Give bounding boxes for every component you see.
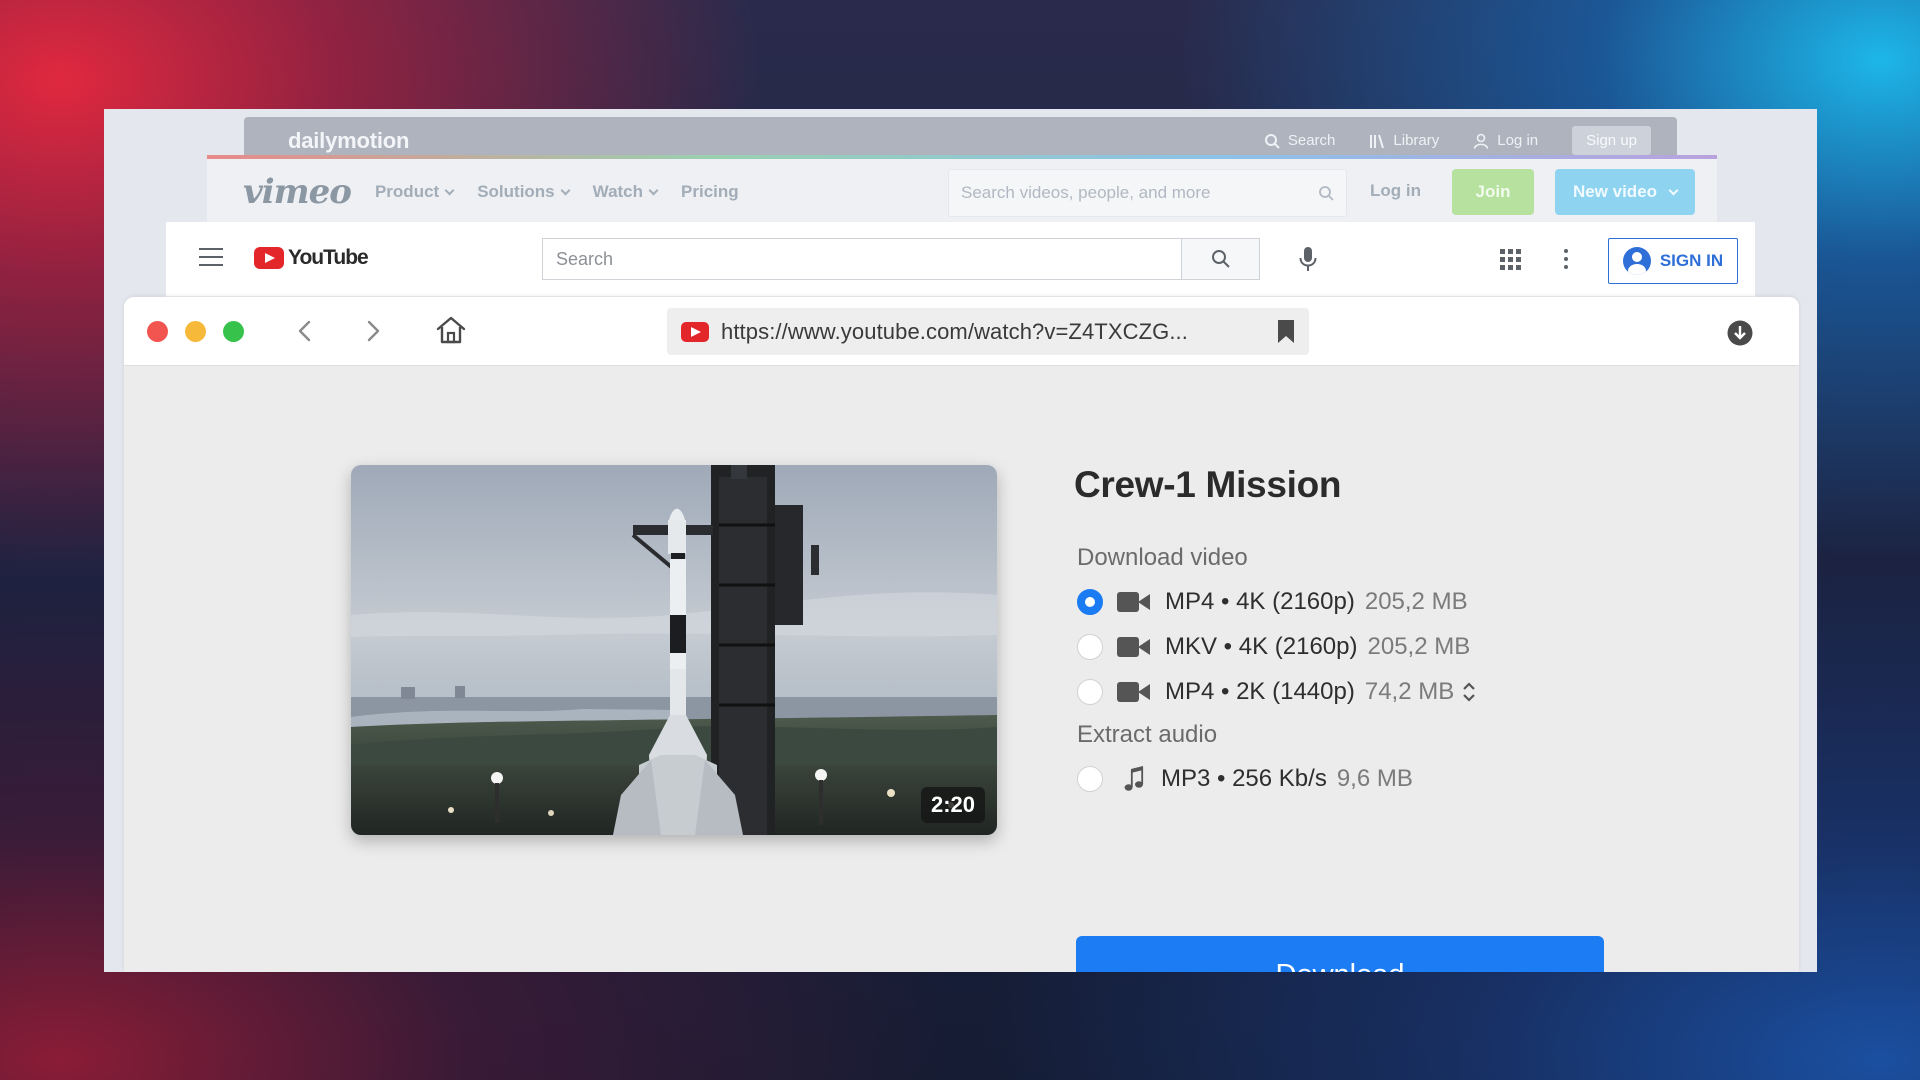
window-toolbar: https://www.youtube.com/watch?v=Z4TXCZG.… [124,297,1799,366]
dailymotion-logo[interactable]: dailymotion [288,128,409,154]
bookmark-icon[interactable] [1277,319,1295,344]
vimeo-nav-product[interactable]: Product [374,182,455,202]
library-icon [1370,134,1385,148]
vimeo-nav-solutions[interactable]: Solutions [477,182,571,202]
account-icon [1622,247,1651,275]
youtube-logo[interactable]: YouTube [254,246,369,270]
vimeo-join-button[interactable]: Join [1452,169,1534,215]
vimeo-new-video-button[interactable]: New video [1555,169,1695,215]
youtube-header: YouTube SIGN IN [166,222,1755,297]
vimeo-nav-pricing[interactable]: Pricing [681,182,739,202]
video-camera-icon [1117,636,1151,658]
vimeo-logo[interactable]: vimeo [243,172,352,212]
chevron-down-icon [1668,185,1679,195]
vimeo-search-box [948,169,1347,217]
video-camera-icon [1117,591,1151,613]
minimize-window-button[interactable] [185,321,206,342]
youtube-search-button[interactable] [1181,239,1259,279]
youtube-signin-button[interactable]: SIGN IN [1608,238,1738,284]
dailymotion-login-label: Log in [1497,132,1539,149]
youtube-signin-label: SIGN IN [1659,251,1724,270]
format-label: MP4 • 2K (1440p) [1165,678,1355,705]
screen-frame: dailymotion Search Library Log in Sign u… [104,109,1817,972]
more-vertical-icon[interactable] [1564,249,1568,269]
size-label: 74,2 MB [1364,678,1455,705]
format-label: MP3 • 256 Kb/s [1161,765,1327,792]
vimeo-nav-label: Pricing [681,182,739,201]
youtube-search-input[interactable] [543,239,1181,279]
chevron-down-icon [648,185,659,195]
rocket-launch-image [351,465,997,835]
radio-button[interactable] [1077,634,1103,660]
microphone-icon[interactable] [1299,246,1317,272]
format-option-mp3[interactable]: MP3 • 256 Kb/s 9,6 MB [1077,762,1413,796]
downloader-window: https://www.youtube.com/watch?v=Z4TXCZG.… [124,297,1799,972]
vimeo-nav-label: Watch [592,182,644,201]
radio-button[interactable] [1077,679,1103,705]
search-icon[interactable] [1318,185,1334,201]
radio-button-selected[interactable] [1077,589,1103,615]
vimeo-new-video-label: New video [1572,182,1658,201]
radio-button[interactable] [1077,766,1103,792]
back-arrow-icon[interactable] [294,318,318,344]
dailymotion-search-label: Search [1287,132,1336,149]
format-option-mp4-4k[interactable]: MP4 • 4K (2160p) 205,2 MB [1077,585,1468,619]
vimeo-nav-label: Product [374,182,440,201]
vimeo-nav-label: Solutions [477,182,555,201]
youtube-favicon-icon [681,321,709,342]
search-icon [1264,133,1280,149]
format-option-mp4-2k[interactable]: MP4 • 2K (1440p) 74,2 MB [1077,675,1476,709]
download-video-label: Download video [1077,544,1248,571]
dailymotion-library-label: Library [1393,132,1440,149]
video-thumbnail[interactable]: 2:20 [351,465,997,835]
chevron-down-icon [560,185,571,195]
format-label: MKV • 4K (2160p) [1165,633,1358,660]
format-option-mkv-4k[interactable]: MKV • 4K (2160p) 205,2 MB [1077,630,1470,664]
vimeo-login-link[interactable]: Log in [1370,181,1421,201]
close-window-button[interactable] [147,321,168,342]
youtube-search-box [542,238,1260,280]
download-circle-icon[interactable] [1727,320,1753,346]
video-duration-badge: 2:20 [920,787,985,823]
apps-grid-icon[interactable] [1500,249,1521,270]
dailymotion-search-link[interactable]: Search [1264,132,1336,149]
size-label: 205,2 MB [1367,633,1471,660]
format-label: MP4 • 4K (2160p) [1165,588,1355,615]
video-camera-icon [1117,681,1151,703]
zoom-window-button[interactable] [223,321,244,342]
extract-audio-label: Extract audio [1077,721,1218,748]
hamburger-menu-icon[interactable] [199,248,223,268]
vimeo-nav-watch[interactable]: Watch [592,182,659,202]
video-title: Crew-1 Mission [1074,464,1342,505]
dailymotion-login-link[interactable]: Log in [1473,132,1538,149]
music-note-icon [1121,765,1147,793]
vimeo-search-input[interactable] [961,183,1318,203]
user-icon [1473,133,1489,149]
youtube-play-icon [254,247,284,269]
dailymotion-library-link[interactable]: Library [1369,132,1439,149]
download-button[interactable]: Download [1076,936,1604,972]
chevron-down-icon [444,185,455,195]
dailymotion-signup-button[interactable]: Sign up [1572,126,1651,155]
vimeo-nav: Product Solutions Watch Pricing [375,182,739,202]
url-text: https://www.youtube.com/watch?v=Z4TXCZG.… [721,318,1188,344]
size-label: 205,2 MB [1364,588,1468,615]
address-bar[interactable]: https://www.youtube.com/watch?v=Z4TXCZG.… [667,308,1309,355]
home-icon[interactable] [435,315,467,345]
size-label: 9,6 MB [1336,765,1413,792]
vimeo-header: vimeo Product Solutions Watch Pricing Lo… [207,159,1717,225]
up-down-chevron-icon[interactable] [1462,681,1476,703]
forward-arrow-icon[interactable] [360,318,384,344]
youtube-logo-text: YouTube [288,246,369,269]
search-icon [1211,250,1230,268]
